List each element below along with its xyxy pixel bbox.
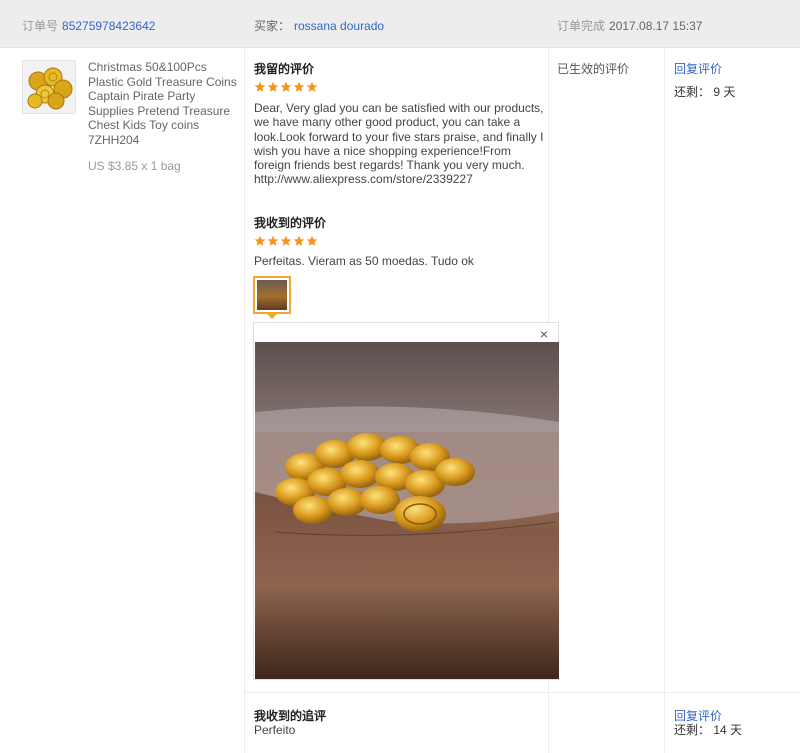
close-icon[interactable]: × [540,327,548,341]
gold-coins-icon [23,61,75,113]
received-review-text: Perfeitas. Vieram as 50 moedas. Tudo ok [254,254,474,268]
buyer-label: 买家： [254,19,291,33]
star-icon [254,235,266,246]
star-icon [267,81,279,92]
row-divider [244,692,800,693]
days-remaining: 还剩： 9 天 [674,85,736,99]
order-number-label: 订单号 [22,19,59,33]
customer-photo [255,342,559,679]
buyer-group: 买家： rossana dourado [254,17,384,34]
star-icon [306,81,318,92]
followup-days-remaining: 还剩： 14 天 [674,723,743,737]
received-review-title: 我收到的评价 [254,216,327,230]
reply-review-link[interactable]: 回复评价 [674,60,722,77]
star-icon [280,81,292,92]
product-price: US $3.85 x 1 bag [88,159,181,173]
store-url: http://www.aliexpress.com/store/2339227 [254,172,473,187]
customer-photo-thumb-icon [257,280,287,310]
column-divider [664,48,665,753]
product-thumbnail[interactable] [22,60,76,114]
followup-review-title: 我收到的追评 [254,709,327,723]
my-review-text: Dear, Very glad you can be satisfied wit… [254,101,544,187]
order-complete-time: 2017.08.17 15:37 [609,19,703,33]
my-review-body: Dear, Very glad you can be satisfied wit… [254,101,544,173]
order-complete-label: 订单完成 [557,19,606,33]
order-number-group: 订单号 85275978423642 [22,17,155,34]
star-icon [267,235,279,246]
star-icon [306,235,318,246]
star-icon [293,81,305,92]
thumbnail-pointer [266,313,278,319]
buyer-name-link[interactable]: rossana dourado [294,19,384,33]
column-divider [244,48,245,753]
my-review-stars [254,81,318,94]
product-title-link[interactable]: Christmas 50&100Pcs Plastic Gold Treasur… [88,60,238,147]
order-number-link[interactable]: 85275978423642 [62,19,155,33]
followup-review-text: Perfeito [254,723,296,737]
order-complete-group: 订单完成 2017.08.17 15:37 [557,17,702,34]
my-review-title: 我留的评价 [254,62,315,76]
received-review-stars [254,235,318,248]
review-photo-thumbnail[interactable] [253,276,291,314]
review-status: 已生效的评价 [557,62,630,76]
order-header: 订单号 85275978423642 买家： rossana dourado 订单完… [0,0,800,48]
photo-preview-panel: × [253,322,559,680]
star-icon [254,81,266,92]
star-icon [280,235,292,246]
gold-coins-photo-icon [255,342,559,679]
star-icon [293,235,305,246]
